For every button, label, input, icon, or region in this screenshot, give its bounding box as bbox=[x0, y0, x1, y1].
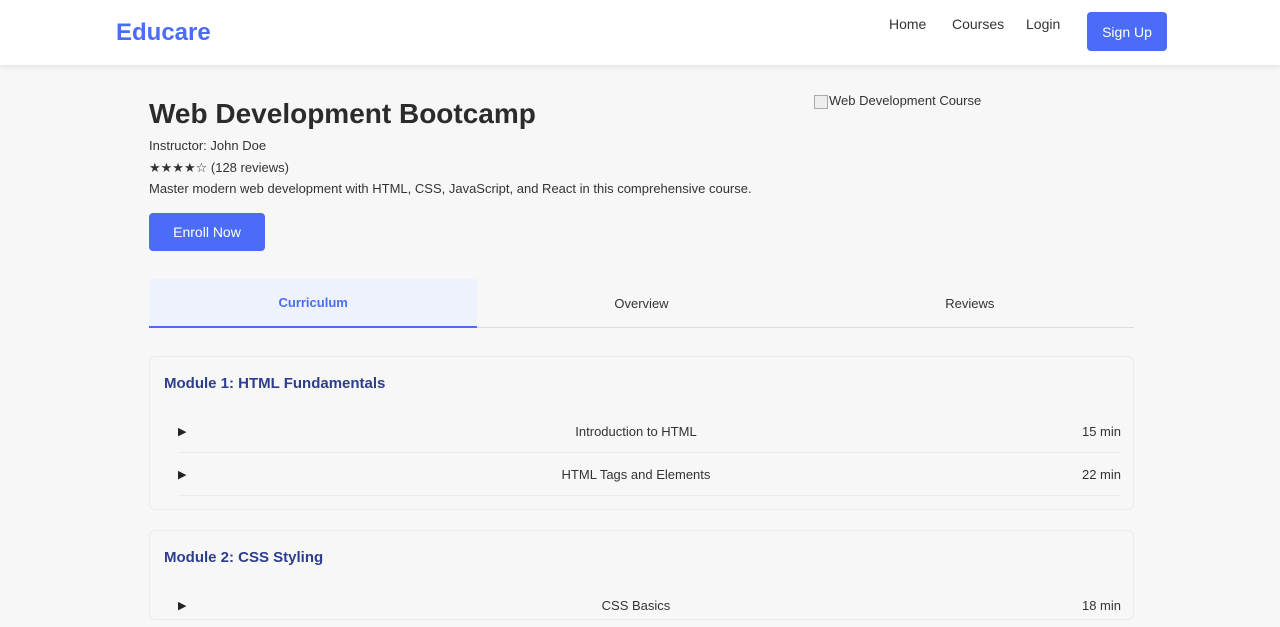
play-icon[interactable]: ▶ bbox=[178, 425, 190, 438]
logo[interactable]: Educare bbox=[116, 19, 211, 47]
lesson-row[interactable]: ▶ HTML Tags and Elements 22 min bbox=[178, 453, 1121, 496]
tab-overview[interactable]: Overview bbox=[477, 279, 805, 327]
lesson-name: CSS Basics bbox=[601, 598, 671, 613]
sign-up-button[interactable]: Sign Up bbox=[1087, 12, 1167, 51]
tab-curriculum[interactable]: Curriculum bbox=[149, 279, 478, 328]
module-card: Module 2: CSS Styling ▶ CSS Basics 18 mi… bbox=[149, 530, 1134, 620]
nav-courses[interactable]: Courses bbox=[952, 16, 1004, 32]
broken-image-icon bbox=[814, 94, 828, 109]
course-image: Web Development Course bbox=[814, 93, 982, 109]
module-title: Module 1: HTML Fundamentals bbox=[164, 375, 386, 392]
lesson-row[interactable]: ▶ Introduction to HTML 15 min bbox=[178, 410, 1121, 453]
lesson-duration: 15 min bbox=[1081, 423, 1121, 439]
course-image-alt: Web Development Course bbox=[829, 93, 982, 108]
lesson-duration: 18 min bbox=[1081, 598, 1121, 613]
lesson-duration: 22 min bbox=[1081, 466, 1121, 482]
nav-home[interactable]: Home bbox=[889, 16, 926, 32]
course-description: Master modern web development with HTML,… bbox=[149, 181, 752, 196]
module-title: Module 2: CSS Styling bbox=[164, 549, 324, 566]
nav-login[interactable]: Login bbox=[1026, 16, 1060, 32]
course-tabs: Curriculum Overview Reviews bbox=[149, 279, 1134, 328]
course-instructor: Instructor: John Doe bbox=[149, 138, 267, 153]
course-title: Web Development Bootcamp bbox=[149, 98, 536, 129]
course-rating: ★★★★☆ (128 reviews) bbox=[149, 160, 289, 175]
module-card: Module 1: HTML Fundamentals ▶ Introducti… bbox=[149, 356, 1134, 510]
lesson-name: HTML Tags and Elements bbox=[561, 466, 711, 482]
play-icon[interactable]: ▶ bbox=[178, 599, 190, 612]
play-icon[interactable]: ▶ bbox=[178, 468, 190, 481]
enroll-now-button[interactable]: Enroll Now bbox=[149, 213, 265, 251]
top-navbar: Educare Home Courses Login Sign Up bbox=[0, 0, 1280, 65]
lesson-name: Introduction to HTML bbox=[575, 423, 697, 439]
lesson-row[interactable]: ▶ CSS Basics 18 min bbox=[178, 584, 1121, 627]
tab-reviews[interactable]: Reviews bbox=[806, 279, 1134, 327]
